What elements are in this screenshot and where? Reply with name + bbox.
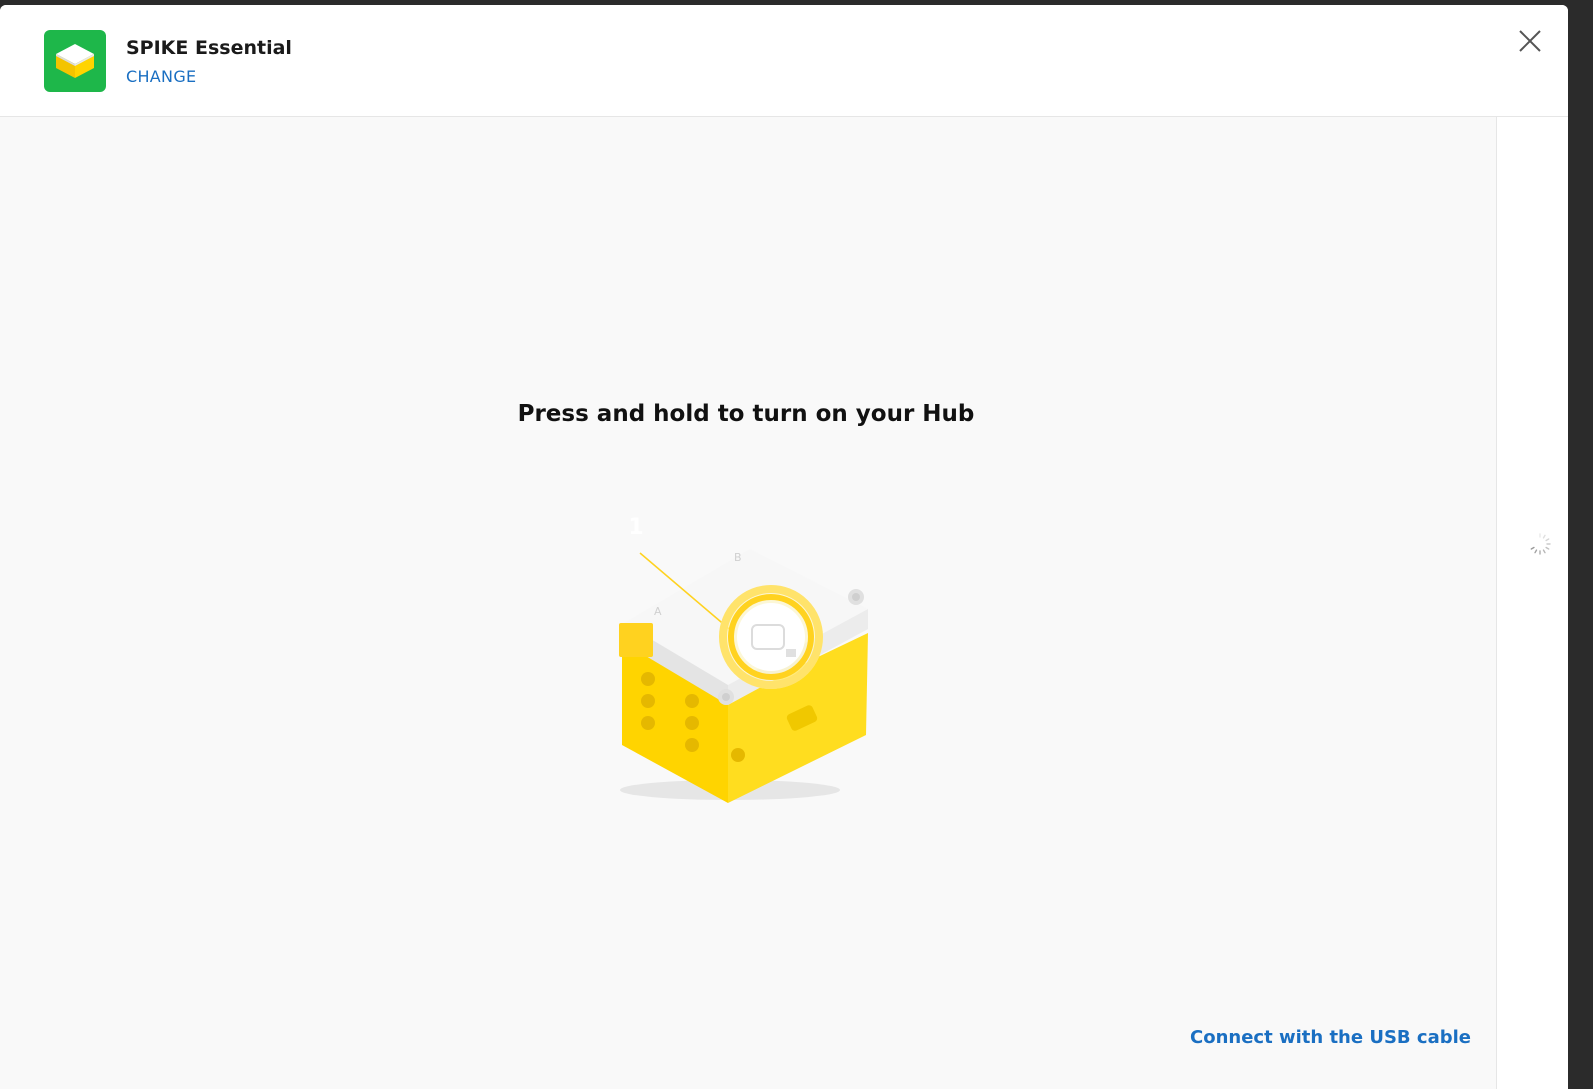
hub-power-illustration: A B bbox=[600, 505, 890, 805]
svg-text:A: A bbox=[654, 605, 662, 618]
status-side-panel bbox=[1496, 117, 1568, 1089]
close-icon[interactable] bbox=[1514, 25, 1546, 57]
hub-thumbnail-icon bbox=[44, 30, 106, 92]
loading-spinner-icon bbox=[1529, 533, 1551, 555]
change-hub-link[interactable]: CHANGE bbox=[126, 67, 196, 86]
hub-name: SPIKE Essential bbox=[126, 37, 292, 59]
svg-text:B: B bbox=[734, 551, 742, 564]
instruction-title: Press and hold to turn on your Hub bbox=[517, 401, 975, 427]
modal-header: SPIKE Essential CHANGE bbox=[0, 5, 1568, 117]
connect-usb-link[interactable]: Connect with the USB cable bbox=[1190, 1027, 1471, 1048]
instruction-panel: Press and hold to turn on your Hub A B 1… bbox=[0, 117, 1496, 1089]
step-badge-number: 1 bbox=[628, 515, 644, 540]
connect-hub-modal: SPIKE Essential CHANGE Press and hold to… bbox=[0, 5, 1568, 1089]
